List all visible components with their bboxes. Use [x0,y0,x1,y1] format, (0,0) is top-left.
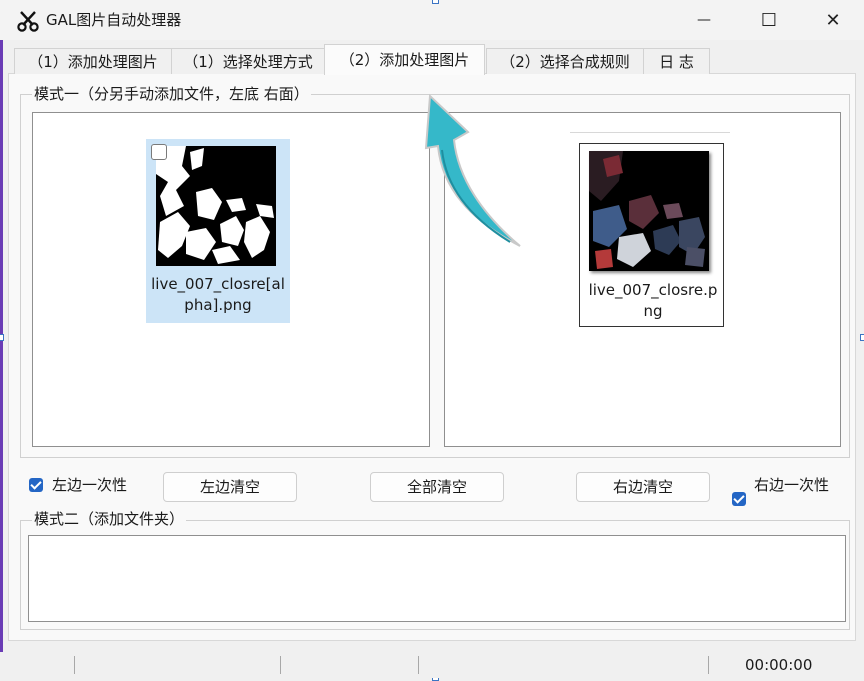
window-title: GAL图片自动处理器 [46,11,182,29]
minimize-icon: — [697,12,711,28]
left-once-label: 左边一次性 [52,476,128,494]
tab-add-images-1[interactable]: （1）添加处理图片 [14,48,172,74]
left-clear-button[interactable]: 左边清空 [163,472,297,502]
resize-handle-right[interactable] [860,334,864,341]
scissors-icon [17,11,39,32]
clear-all-button[interactable]: 全部清空 [370,472,504,502]
tab-strip: （1）添加处理图片 （1）选择处理方式 （2）添加处理图片 （2）选择合成规则 … [6,44,858,75]
status-time: 00:00:00 [745,656,813,674]
close-button[interactable]: ✕ [801,0,864,40]
left-file-name: live_007_closre[alpha].png [151,275,285,314]
right-clear-button[interactable]: 右边清空 [576,472,710,502]
status-separator [708,656,709,674]
right-once-checkbox[interactable] [732,492,746,506]
window-left-border [0,40,3,678]
title-bar: GAL图片自动处理器 — ☐ ✕ [0,0,864,40]
resize-handle-top[interactable] [432,0,439,4]
left-file-thumbnail [156,146,276,266]
maximize-button[interactable]: ☐ [737,0,801,40]
left-item-checkbox[interactable] [151,144,167,160]
left-file-item[interactable]: live_007_closre[alpha].png [146,139,290,323]
right-list-divider [570,132,730,133]
status-separator [280,656,281,674]
right-file-thumbnail [589,151,709,271]
maximize-icon: ☐ [760,9,778,31]
status-separator [74,656,75,674]
mode1-label: 模式一（分另手动添加文件，左底 右面） [32,85,311,103]
tab-add-images-2[interactable]: （2）添加处理图片 [324,44,485,75]
status-separator [418,656,419,674]
status-bar: 00:00:00 [0,652,864,678]
mode2-label: 模式二（添加文件夹） [32,510,187,528]
tab-log[interactable]: 日 志 [643,48,710,74]
minimize-button[interactable]: — [672,0,736,40]
resize-handle-left[interactable] [0,334,4,341]
folder-list[interactable] [28,535,846,622]
tab-compose-rules[interactable]: （2）选择合成规则 [486,48,644,74]
right-file-item[interactable]: live_007_closre.png [579,143,724,327]
arrow-icon [424,93,521,247]
left-once-checkbox[interactable] [29,478,43,492]
right-once-label: 右边一次性 [754,476,830,494]
tab-process-method[interactable]: （1）选择处理方式 [171,48,325,74]
right-file-name: live_007_closre.png [588,281,718,320]
close-icon: ✕ [825,9,841,31]
